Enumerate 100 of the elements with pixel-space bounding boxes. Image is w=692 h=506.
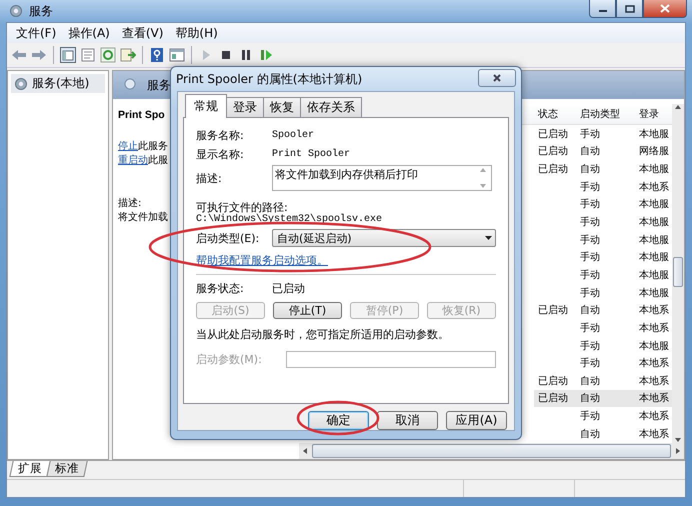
table-row[interactable]: 手动 本地服 — [534, 248, 672, 266]
description-text: 将文件加载到内存供稍后打印 — [275, 167, 419, 183]
service-button[interactable]: 停止(T) — [273, 302, 342, 319]
table-cell: 自动 — [580, 164, 600, 176]
table-row[interactable]: 手动 本地系 — [534, 178, 672, 196]
table-row[interactable]: 手动 本地服 — [534, 336, 672, 354]
table-row[interactable]: 手动 本地服 — [534, 213, 672, 231]
column-header[interactable]: 登录 — [639, 109, 659, 120]
scroll-up-icon[interactable] — [674, 104, 682, 110]
table-row[interactable]: 自动 本地系 — [534, 424, 672, 443]
table-row[interactable]: 手动 本地服 — [534, 266, 672, 284]
field-label: 启动参数(M): — [196, 352, 262, 367]
console-tree-icon[interactable] — [60, 47, 76, 63]
table-cell: 已启动 — [538, 146, 568, 158]
services-icon — [13, 76, 29, 92]
path-value: C:\Windows\System32\spoolsv.exe — [196, 214, 384, 227]
table-cell: 已启动 — [538, 128, 568, 140]
help-icon[interactable] — [149, 47, 165, 63]
table-cell: 已启动 — [538, 393, 568, 404]
dialog-button[interactable]: 确定 — [308, 411, 369, 430]
table-cell: 已启动 — [538, 376, 568, 387]
table-cell: 本地服 — [639, 217, 669, 228]
table-cell: 手动 — [580, 234, 600, 246]
scrollbar-thumb[interactable] — [673, 257, 683, 287]
help-link[interactable]: 帮助我配置服务启动选项。 — [196, 254, 328, 267]
table-cell: 自动 — [580, 376, 600, 387]
dialog-tab[interactable]: 常规 — [185, 94, 227, 118]
table-cell: 本地服 — [639, 288, 669, 299]
field-label: 显示名称: — [196, 147, 245, 162]
table-cell: 本地系 — [639, 393, 669, 404]
table-cell: 本地服 — [639, 340, 669, 352]
table-cell: 本地系 — [639, 322, 669, 334]
close-button[interactable] — [643, 0, 687, 18]
table-row[interactable]: 手动 本地系 — [534, 407, 672, 425]
dropdown-arrow-icon — [485, 236, 492, 240]
window-title: 服务 — [29, 2, 53, 20]
menu-item[interactable]: 帮助(H) — [169, 24, 224, 42]
status-value: 已启动 — [272, 280, 305, 296]
properties-icon[interactable] — [80, 47, 96, 63]
field-value: Spooler — [272, 130, 314, 141]
table-cell: 已启动 — [538, 305, 568, 316]
pane-title: 服务 — [147, 76, 171, 94]
scroll-left-icon[interactable] — [302, 447, 308, 455]
tree-item[interactable]: 服务(本地) — [11, 74, 105, 93]
table-row[interactable]: 手动 本地系 — [534, 354, 672, 372]
menu-item[interactable]: 操作(A) — [62, 24, 116, 42]
menu-item[interactable]: 文件(F) — [10, 24, 62, 42]
horizontal-scrollbar[interactable] — [299, 443, 684, 459]
table-cell: 网络服 — [639, 146, 669, 158]
field-label: 启动类型(E): — [196, 230, 260, 246]
scrollbar-thumb[interactable] — [312, 444, 671, 458]
dialog-tab[interactable]: 依存关系 — [300, 97, 362, 117]
table-cell: 手动 — [580, 217, 600, 228]
export-icon[interactable] — [120, 47, 136, 63]
back-arrow-icon[interactable] — [11, 47, 27, 63]
action-link[interactable]: 停止 — [118, 141, 138, 152]
dialog-title: Print Spooler 的属性(本地计算机) — [176, 70, 362, 88]
table-cell: 手动 — [580, 182, 600, 193]
table-row[interactable]: 已启动 自动 本地系 — [534, 301, 672, 320]
forward-arrow-icon[interactable] — [31, 47, 47, 63]
vertical-scrollbar[interactable] — [672, 104, 684, 443]
table-cell: 自动 — [580, 305, 600, 316]
dialog-tab[interactable]: 登录 — [226, 97, 264, 117]
close-button[interactable] — [478, 69, 516, 87]
dialog-tab[interactable]: 恢复 — [263, 97, 301, 117]
table-row[interactable]: 手动 本地服 — [534, 230, 672, 248]
menu-item[interactable]: 查看(V) — [116, 24, 170, 42]
startup-type-dropdown[interactable]: 自动(延迟启动) — [272, 229, 496, 247]
table-cell: 自动 — [580, 146, 600, 158]
table-row[interactable]: 已启动 手动 本地服 — [534, 125, 672, 143]
table-row[interactable]: 手动 本地服 — [534, 196, 672, 214]
table-cell: 本地服 — [639, 252, 669, 264]
table-cell: 手动 — [580, 411, 600, 422]
table-cell: 本地系 — [639, 411, 669, 422]
scroll-right-icon[interactable] — [675, 447, 681, 455]
table-cell: 手动 — [580, 322, 600, 334]
table-row[interactable]: 已启动 自动 本地服 — [534, 160, 672, 178]
field-label: 服务状态: — [196, 280, 245, 296]
dialog-button[interactable]: 应用(A) — [446, 411, 507, 430]
table-cell: 本地系 — [639, 182, 669, 193]
table-row[interactable]: 手动 本地系 — [534, 319, 672, 337]
minimize-button[interactable] — [589, 0, 616, 18]
view-icon[interactable] — [169, 47, 185, 63]
refresh-icon[interactable] — [100, 47, 116, 63]
column-header[interactable]: 启动类型 — [580, 109, 620, 120]
table-cell: 本地系 — [639, 358, 669, 370]
selected-row[interactable]: 已启动 自动 本地系 — [534, 390, 672, 408]
table-cell: 手动 — [580, 288, 600, 299]
table-row[interactable]: 手动 本地服 — [534, 284, 672, 302]
resume-icon[interactable] — [258, 47, 274, 63]
maximize-button[interactable] — [616, 0, 643, 18]
dialog-button[interactable]: 取消 — [377, 411, 438, 430]
table-row[interactable]: 已启动 自动 本地系 — [534, 372, 672, 390]
action-link[interactable]: 重启动 — [118, 155, 148, 166]
view-tab[interactable]: 标准 — [46, 461, 88, 477]
field-label: 服务名称: — [196, 128, 245, 143]
column-header[interactable]: 状态 — [538, 109, 558, 120]
table-row[interactable]: 已启动 自动 网络服 — [534, 142, 672, 160]
view-tab[interactable]: 扩展 — [9, 461, 51, 477]
action-line: 停止此服务 — [118, 140, 168, 153]
